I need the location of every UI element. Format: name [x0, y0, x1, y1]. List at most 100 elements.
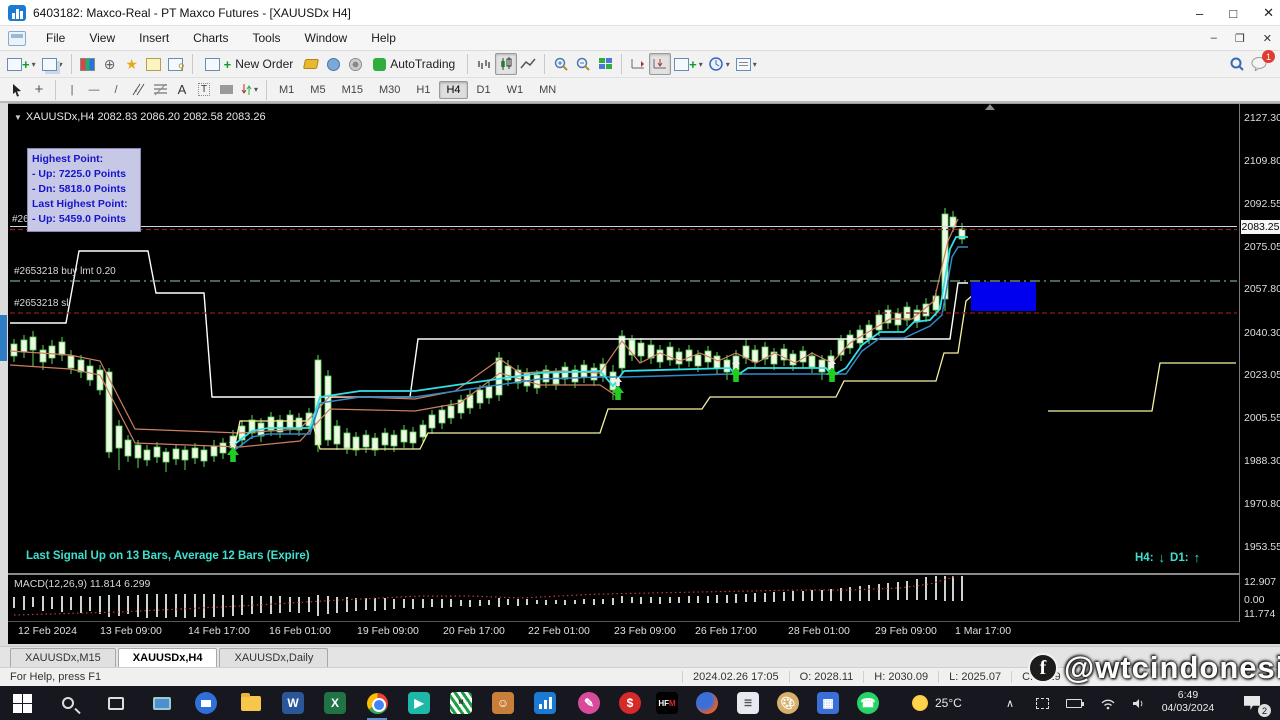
child-restore-button[interactable]: ❐: [1235, 32, 1245, 45]
timeframe-w1[interactable]: W1: [500, 81, 531, 99]
timeframe-h4[interactable]: H4: [439, 80, 468, 99]
taskbar-search-icon[interactable]: [56, 691, 80, 715]
hfm-icon[interactable]: HF M: [655, 691, 679, 715]
word-icon[interactable]: W: [281, 691, 305, 715]
chart-area[interactable]: ▼ XAUUSDx,H4 2082.83 2086.20 2082.58 2083…: [8, 103, 1280, 644]
metaeditor-button[interactable]: [300, 53, 322, 75]
child-close-button[interactable]: ✕: [1263, 32, 1272, 45]
notifications-button[interactable]: 1: [1248, 50, 1275, 75]
auto-scroll-button[interactable]: [627, 53, 649, 75]
finance-app-icon[interactable]: $: [618, 691, 642, 715]
tray-overflow-icon[interactable]: ∧: [998, 691, 1022, 715]
calculator-icon[interactable]: ▦: [816, 691, 840, 715]
menu-charts[interactable]: Charts: [183, 28, 238, 48]
chart-tab-xauusdx-h4[interactable]: XAUUSDx,H4: [117, 648, 218, 667]
excel-icon[interactable]: X: [323, 691, 347, 715]
battery-icon[interactable]: [1062, 691, 1086, 715]
weather-icon[interactable]: [908, 691, 932, 715]
timeframe-m15[interactable]: M15: [335, 81, 370, 99]
autotrading-button[interactable]: AutoTrading: [366, 53, 462, 75]
timeframe-m30[interactable]: M30: [372, 81, 407, 99]
snip-tool-icon[interactable]: [1030, 691, 1054, 715]
text-label-tool[interactable]: T: [193, 79, 215, 101]
paint3d-icon[interactable]: ✎: [577, 691, 601, 715]
bar-chart-mode-button[interactable]: [473, 53, 495, 75]
new-chart-button[interactable]: + ▾: [4, 53, 39, 75]
tile-windows-button[interactable]: [594, 53, 616, 75]
market-watch-button[interactable]: [77, 53, 99, 75]
menu-file[interactable]: File: [36, 28, 75, 48]
remote-desktop-icon[interactable]: [194, 691, 218, 715]
order-sl-label[interactable]: #2653218 sl: [14, 298, 69, 309]
indicators-button[interactable]: + ▾: [671, 53, 706, 75]
shapes-tool[interactable]: [215, 79, 237, 101]
close-button[interactable]: ✕: [1263, 5, 1274, 21]
timeframe-m1[interactable]: M1: [272, 81, 301, 99]
price-axis[interactable]: 2083.25 2127.30 2109.80 2092.55 2075.05 2057…: [1239, 104, 1280, 622]
metatrader-taskbar-icon[interactable]: [529, 687, 561, 719]
text-tool[interactable]: A: [171, 79, 193, 101]
search-button[interactable]: [1226, 53, 1248, 75]
contacts-app-icon[interactable]: ☺: [491, 691, 515, 715]
start-button[interactable]: [10, 691, 34, 715]
order-buy-limit-label[interactable]: #2653218 buy lmt 0.20: [14, 266, 116, 277]
strategy-tester-button[interactable]: ⚲: [165, 53, 187, 75]
app-store-icon[interactable]: ▶: [407, 691, 431, 715]
chart-tab-xauusdx-daily[interactable]: XAUUSDx,Daily: [219, 648, 329, 667]
signals-button[interactable]: [344, 53, 366, 75]
crosshair-tool[interactable]: +: [28, 79, 50, 101]
timeframe-m5[interactable]: M5: [303, 81, 332, 99]
file-explorer-icon[interactable]: [239, 691, 263, 715]
expert-advisors-button[interactable]: [322, 53, 344, 75]
task-view-icon[interactable]: [104, 691, 128, 715]
trendline-tool[interactable]: /: [105, 79, 127, 101]
price-chart[interactable]: [10, 108, 1237, 573]
paint-icon[interactable]: 🎨︎: [776, 691, 800, 715]
zoom-in-button[interactable]: [550, 53, 572, 75]
weather-temperature[interactable]: 25°C: [935, 696, 962, 710]
channel-tool[interactable]: [127, 79, 149, 101]
my-computer-icon[interactable]: [150, 691, 174, 715]
taskbar-clock[interactable]: 6:49 04/03/2024: [1152, 689, 1224, 715]
vertical-line-tool[interactable]: |: [61, 79, 83, 101]
menu-window[interactable]: Window: [295, 28, 358, 48]
periods-button[interactable]: ▾: [706, 53, 733, 75]
line-chart-mode-button[interactable]: [517, 53, 539, 75]
action-center-icon[interactable]: 2: [1240, 691, 1271, 717]
macd-indicator-chart[interactable]: [10, 576, 1237, 622]
chrome-icon[interactable]: [365, 691, 389, 720]
chart-tab-xauusdx-m15[interactable]: XAUUSDx,M15: [10, 648, 116, 667]
navigator-button[interactable]: ★: [121, 53, 143, 75]
zoom-out-button[interactable]: [572, 53, 594, 75]
collapse-triangle-icon[interactable]: ▼: [14, 113, 22, 122]
firefox-icon[interactable]: [695, 691, 719, 715]
arrows-tool[interactable]: ▾: [237, 79, 261, 101]
new-order-button[interactable]: + New Order: [198, 53, 301, 75]
profiles-button[interactable]: ▾: [39, 53, 66, 75]
timeframe-h1[interactable]: H1: [409, 81, 437, 99]
chart-window-icon[interactable]: [8, 30, 26, 46]
horizontal-line-tool[interactable]: —: [83, 79, 105, 101]
candlestick-mode-button[interactable]: [495, 53, 518, 75]
menu-help[interactable]: Help: [361, 28, 406, 48]
terminal-button[interactable]: [143, 53, 165, 75]
timeframe-mn[interactable]: MN: [532, 81, 563, 99]
menu-insert[interactable]: Insert: [129, 28, 179, 48]
whatsapp-icon[interactable]: ☎: [856, 691, 880, 715]
data-window-button[interactable]: ⊕: [99, 53, 121, 75]
fibonacci-tool[interactable]: [149, 79, 171, 101]
cursor-tool[interactable]: [6, 79, 28, 101]
menu-tools[interactable]: Tools: [243, 28, 291, 48]
notes-app-icon[interactable]: ☰: [736, 691, 760, 715]
timeframe-d1[interactable]: D1: [470, 81, 498, 99]
menu-view[interactable]: View: [79, 28, 125, 48]
panel-splitter[interactable]: [8, 573, 1239, 575]
monex-icon[interactable]: M: [449, 691, 473, 715]
volume-icon[interactable]: [1126, 691, 1150, 715]
child-minimize-button[interactable]: –: [1211, 32, 1217, 45]
time-axis[interactable]: 12 Feb 2024 13 Feb 09:00 14 Feb 17:00 16 Fe…: [8, 621, 1239, 641]
shift-chart-button[interactable]: [649, 53, 672, 75]
maximize-button[interactable]: □: [1229, 6, 1237, 21]
wifi-icon[interactable]: [1096, 691, 1120, 715]
templates-button[interactable]: ▾: [733, 53, 760, 75]
